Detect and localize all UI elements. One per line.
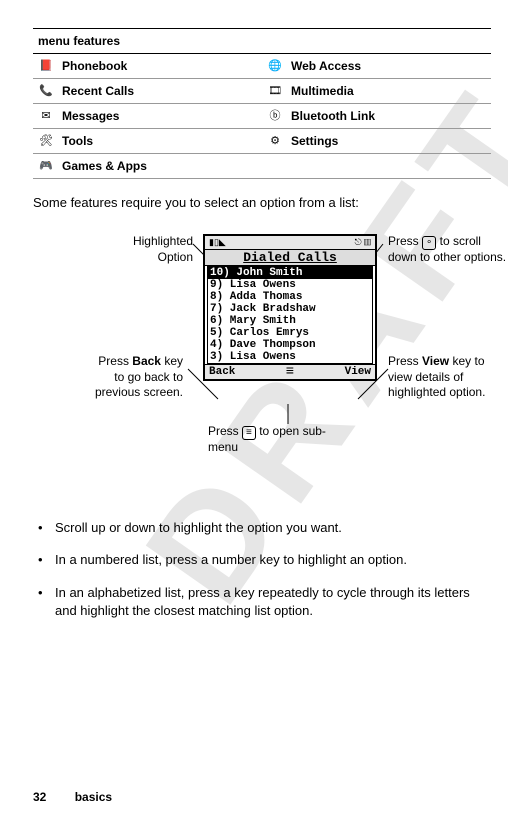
bullet-item: In a numbered list, press a number key t… — [33, 551, 491, 569]
feature-label: Recent Calls — [62, 84, 134, 98]
phonebook-icon: 📕 — [38, 59, 54, 73]
battery-icon: ⎋ ▥ — [355, 237, 371, 248]
feature-label: Games & Apps — [62, 159, 147, 173]
intro-text: Some features require you to select an o… — [33, 194, 491, 212]
page-number: 32 — [33, 790, 46, 804]
callout-back: Press Back key to go back to previous sc… — [88, 354, 183, 401]
phone-diagram: Highlighted Option Press Back key to go … — [33, 224, 491, 504]
phone-screen: ▮▯◣ ⎋ ▥ Dialed Calls 10) John Smith 9) L… — [203, 234, 377, 381]
softkey-back[interactable]: Back — [209, 366, 235, 378]
web-access-icon: 🌐 — [267, 59, 283, 73]
nav-key-icon: ∘ — [422, 236, 436, 250]
list-item[interactable]: 6) Mary Smith — [208, 315, 372, 327]
screen-title: Dialed Calls — [205, 250, 375, 266]
callout-scroll: Press ∘ to scroll down to other options. — [388, 234, 508, 266]
feature-label: Phonebook — [62, 59, 127, 73]
list-item[interactable]: 7) Jack Bradshaw — [208, 303, 372, 315]
callout-highlighted: Highlighted Option — [98, 234, 193, 265]
table-header: menu features — [33, 29, 491, 54]
settings-icon: ⚙ — [267, 134, 283, 148]
list-item[interactable]: 5) Carlos Emrys — [208, 327, 372, 339]
call-list: 10) John Smith 9) Lisa Owens 8) Adda Tho… — [207, 266, 373, 364]
recent-calls-icon: 📞 — [38, 84, 54, 98]
softkey-view[interactable]: View — [345, 366, 371, 378]
page-footer: 32 basics — [33, 790, 112, 804]
list-item[interactable]: 3) Lisa Owens — [208, 351, 372, 363]
list-item[interactable]: 9) Lisa Owens — [208, 279, 372, 291]
callout-view: Press View key to view details of highli… — [388, 354, 508, 401]
feature-label: Messages — [62, 109, 119, 123]
section-name: basics — [75, 790, 112, 804]
menu-features-table: menu features 📕 Phonebook 🌐 Web Access 📞 Re… — [33, 28, 491, 179]
feature-label: Web Access — [291, 59, 361, 73]
messages-icon: ✉ — [38, 109, 54, 123]
games-icon: 🎮 — [38, 159, 54, 173]
instruction-list: Scroll up or down to highlight the optio… — [33, 519, 491, 620]
feature-label: Bluetooth Link — [291, 109, 375, 123]
bullet-item: Scroll up or down to highlight the optio… — [33, 519, 491, 537]
feature-label: Multimedia — [291, 84, 354, 98]
list-item[interactable]: 8) Adda Thomas — [208, 291, 372, 303]
bullet-item: In an alphabetized list, press a key rep… — [33, 584, 491, 620]
list-item[interactable]: 4) Dave Thompson — [208, 339, 372, 351]
softkey-menu[interactable]: ≡ — [286, 367, 294, 377]
tools-icon: 🛠 — [38, 134, 54, 148]
menu-key-icon: ≡ — [242, 426, 256, 440]
feature-label: Settings — [291, 134, 338, 148]
list-item[interactable]: 10) John Smith — [208, 267, 372, 279]
signal-icon: ▮▯◣ — [209, 237, 226, 248]
feature-label: Tools — [62, 134, 93, 148]
callout-menu: Press ≡ to open sub-menu — [208, 424, 348, 456]
multimedia-icon: 🎞 — [267, 84, 283, 98]
bluetooth-icon: ⓑ — [267, 109, 283, 123]
